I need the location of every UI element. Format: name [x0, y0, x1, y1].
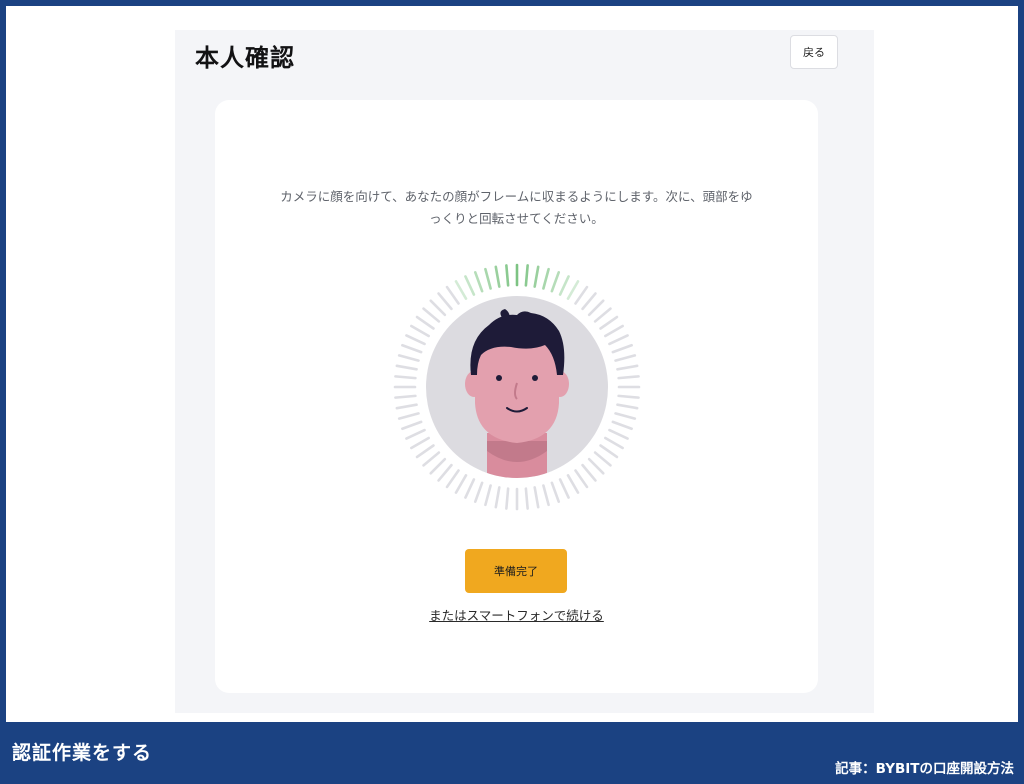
progress-tick [445, 469, 460, 489]
progress-tick [574, 285, 589, 305]
progress-tick [405, 428, 426, 440]
progress-tick [394, 375, 417, 380]
progress-tick [581, 292, 597, 311]
progress-tick [454, 280, 468, 300]
screenshot-frame: 本人確認 戻る カメラに顔を向けて、あなたの顔がフレームに収まるようにします。次… [6, 6, 1018, 722]
progress-tick [429, 299, 447, 317]
progress-tick [395, 364, 418, 371]
progress-tick [593, 307, 612, 323]
progress-tick [599, 444, 619, 459]
progress-tick [604, 324, 624, 338]
progress-tick [550, 271, 561, 293]
progress-tick [617, 394, 640, 399]
progress-tick [422, 307, 441, 323]
progress-tick [558, 478, 570, 499]
progress-tick [505, 264, 510, 287]
ready-button[interactable]: 準備完了 [465, 549, 567, 593]
progress-tick [464, 275, 476, 296]
progress-tick [608, 428, 629, 440]
verification-app: 本人確認 戻る カメラに顔を向けて、あなたの顔がフレームに収まるようにします。次… [175, 30, 874, 713]
progress-tick [437, 292, 453, 311]
progress-tick [542, 267, 550, 290]
face-scanner [393, 263, 641, 511]
progress-tick [410, 436, 430, 450]
progress-tick [616, 403, 639, 410]
verification-card: カメラに顔を向けて、あなたの顔がフレームに収まるようにします。次に、頭部をゆっく… [215, 100, 818, 693]
instruction-text: カメラに顔を向けて、あなたの顔がフレームに収まるようにします。次に、頭部をゆっく… [280, 189, 753, 226]
progress-tick [617, 375, 640, 380]
progress-tick [604, 436, 624, 450]
progress-tick [397, 412, 420, 420]
progress-tick [608, 334, 629, 346]
progress-tick [599, 315, 619, 330]
progress-tick [550, 481, 561, 503]
progress-tick [533, 265, 540, 288]
progress-tick [542, 484, 550, 507]
progress-tick [410, 324, 430, 338]
progress-tick [437, 463, 453, 482]
progress-tick [484, 484, 492, 507]
progress-tick [614, 354, 637, 362]
progress-tick [395, 403, 418, 410]
progress-tick [494, 265, 501, 288]
progress-tick [611, 343, 633, 354]
progress-tick [454, 474, 468, 494]
progress-tick [484, 267, 492, 290]
progress-tick [401, 420, 423, 431]
progress-tick [473, 481, 484, 503]
progress-tick [473, 271, 484, 293]
progress-tick [415, 444, 435, 459]
caption-title: 認証作業をする [12, 742, 153, 764]
progress-tick [566, 280, 580, 300]
progress-tick [394, 394, 417, 399]
progress-tick [405, 334, 426, 346]
progress-tick [429, 457, 447, 475]
progress-tick [464, 478, 476, 499]
progress-tick [611, 420, 633, 431]
progress-tick [566, 474, 580, 494]
progress-tick [574, 469, 589, 489]
progress-tick [533, 486, 540, 509]
progress-tick [587, 299, 605, 317]
page-title: 本人確認 [195, 44, 295, 72]
progress-tick [505, 487, 510, 510]
progress-tick [524, 264, 529, 287]
progress-tick [558, 275, 570, 296]
back-button[interactable]: 戻る [790, 35, 838, 69]
progress-tick [397, 354, 420, 362]
progress-tick [494, 486, 501, 509]
progress-tick [445, 285, 460, 305]
progress-tick [422, 451, 441, 467]
progress-tick [401, 343, 423, 354]
progress-tick [587, 457, 605, 475]
continue-on-smartphone-link[interactable]: またはスマートフォンで続ける [355, 605, 678, 624]
caption-article: 記事：BYBITの口座開設方法 [835, 761, 1014, 777]
progress-tick [581, 463, 597, 482]
progress-tick [593, 451, 612, 467]
progress-tick [524, 487, 529, 510]
progress-tick [616, 364, 639, 371]
progress-tick [415, 315, 435, 330]
progress-tick [614, 412, 637, 420]
